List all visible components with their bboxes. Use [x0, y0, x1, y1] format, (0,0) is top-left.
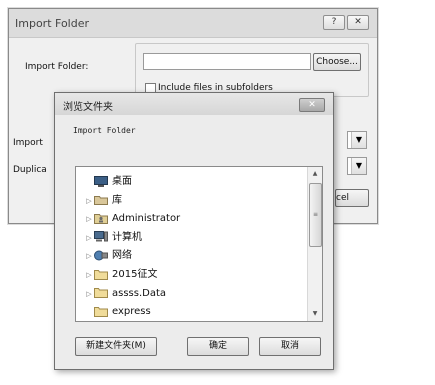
tree-item-label: 网络 [112, 250, 132, 262]
import-folder-input[interactable] [143, 53, 311, 70]
tree-item-label: 计算机 [112, 231, 142, 243]
network-icon [94, 250, 108, 261]
expand-arrow-icon[interactable]: ▷ [84, 192, 94, 210]
tree-scrollbar[interactable]: ▲ ≡ ▼ [307, 167, 322, 321]
scroll-up-icon[interactable]: ▲ [308, 167, 322, 181]
folder-icon [94, 306, 108, 317]
tree-item-label: assss.Data [112, 287, 167, 299]
computer-icon [94, 231, 108, 242]
import-window-titlebar: Import Folder ? ✕ [9, 9, 377, 38]
browse-description: Import Folder [73, 126, 136, 135]
tree-item-label: 2015征文 [112, 269, 158, 280]
tree-item-label: 桌面 [112, 176, 132, 187]
chevron-down-icon: ▼ [351, 158, 366, 174]
expand-arrow-icon[interactable]: ▷ [84, 247, 94, 265]
tree-item[interactable]: ▷ 库 [84, 192, 122, 210]
user-folder-icon [94, 213, 108, 224]
browse-dialog-titlebar: 浏览文件夹 ✕ [55, 93, 333, 115]
tree-item-label: Administrator [112, 213, 181, 225]
outer-cancel-button[interactable]: cel [335, 189, 369, 207]
browse-folder-dialog: 浏览文件夹 ✕ Import Folder 桌面 ▷ 库 ▷ Administrator… [54, 92, 334, 370]
expand-arrow-icon[interactable]: ▷ [84, 229, 94, 247]
browse-close-button[interactable]: ✕ [299, 98, 325, 112]
ok-button[interactable]: 确定 [187, 337, 249, 356]
duplicate-option-select[interactable]: ▼ [347, 157, 367, 175]
browse-dialog-title: 浏览文件夹 [63, 102, 113, 113]
new-folder-button[interactable]: 新建文件夹(M) [75, 337, 157, 356]
import-folder-label: Import Folder: [25, 62, 89, 72]
tree-item[interactable]: ▷ 2015征文 [84, 266, 157, 284]
expand-arrow-icon[interactable]: ▷ [84, 210, 94, 228]
choose-button[interactable]: Choose... [313, 53, 361, 71]
scroll-thumb[interactable]: ≡ [309, 183, 322, 247]
chevron-down-icon: ▼ [351, 132, 366, 148]
tree-item-label: express [112, 306, 151, 318]
scroll-down-icon[interactable]: ▼ [308, 307, 322, 321]
import-option-select[interactable]: ▼ [347, 131, 367, 149]
folder-tree[interactable]: 桌面 ▷ 库 ▷ Administrator ▷ 计算机 ▷ 网络 ▷ 2015征文 ▷ assss.D… [75, 166, 323, 322]
tree-item[interactable]: ▷ 计算机 [84, 229, 142, 247]
tree-item-label: 库 [112, 194, 122, 206]
browse-cancel-button[interactable]: 取消 [259, 337, 321, 356]
expand-arrow-icon[interactable]: ▷ [84, 285, 94, 303]
library-icon [94, 194, 108, 206]
tree-item[interactable]: 桌面 [84, 173, 132, 191]
help-button[interactable]: ? [323, 15, 345, 30]
folder-icon [94, 287, 108, 299]
import-window-title: Import Folder [15, 17, 89, 30]
tree-item[interactable]: ▷ Administrator [84, 210, 180, 228]
expand-arrow-icon[interactable]: ▷ [84, 266, 94, 284]
tree-item[interactable]: ▷ assss.Data [84, 285, 166, 303]
window-close-button[interactable]: ✕ [347, 15, 369, 30]
import-option-label: Import [13, 138, 43, 148]
desktop-icon [94, 175, 108, 187]
tree-item[interactable]: express [84, 303, 151, 321]
tree-item[interactable]: ▷ 网络 [84, 247, 132, 265]
folder-icon [94, 269, 108, 280]
duplicate-option-label: Duplica [13, 165, 47, 175]
